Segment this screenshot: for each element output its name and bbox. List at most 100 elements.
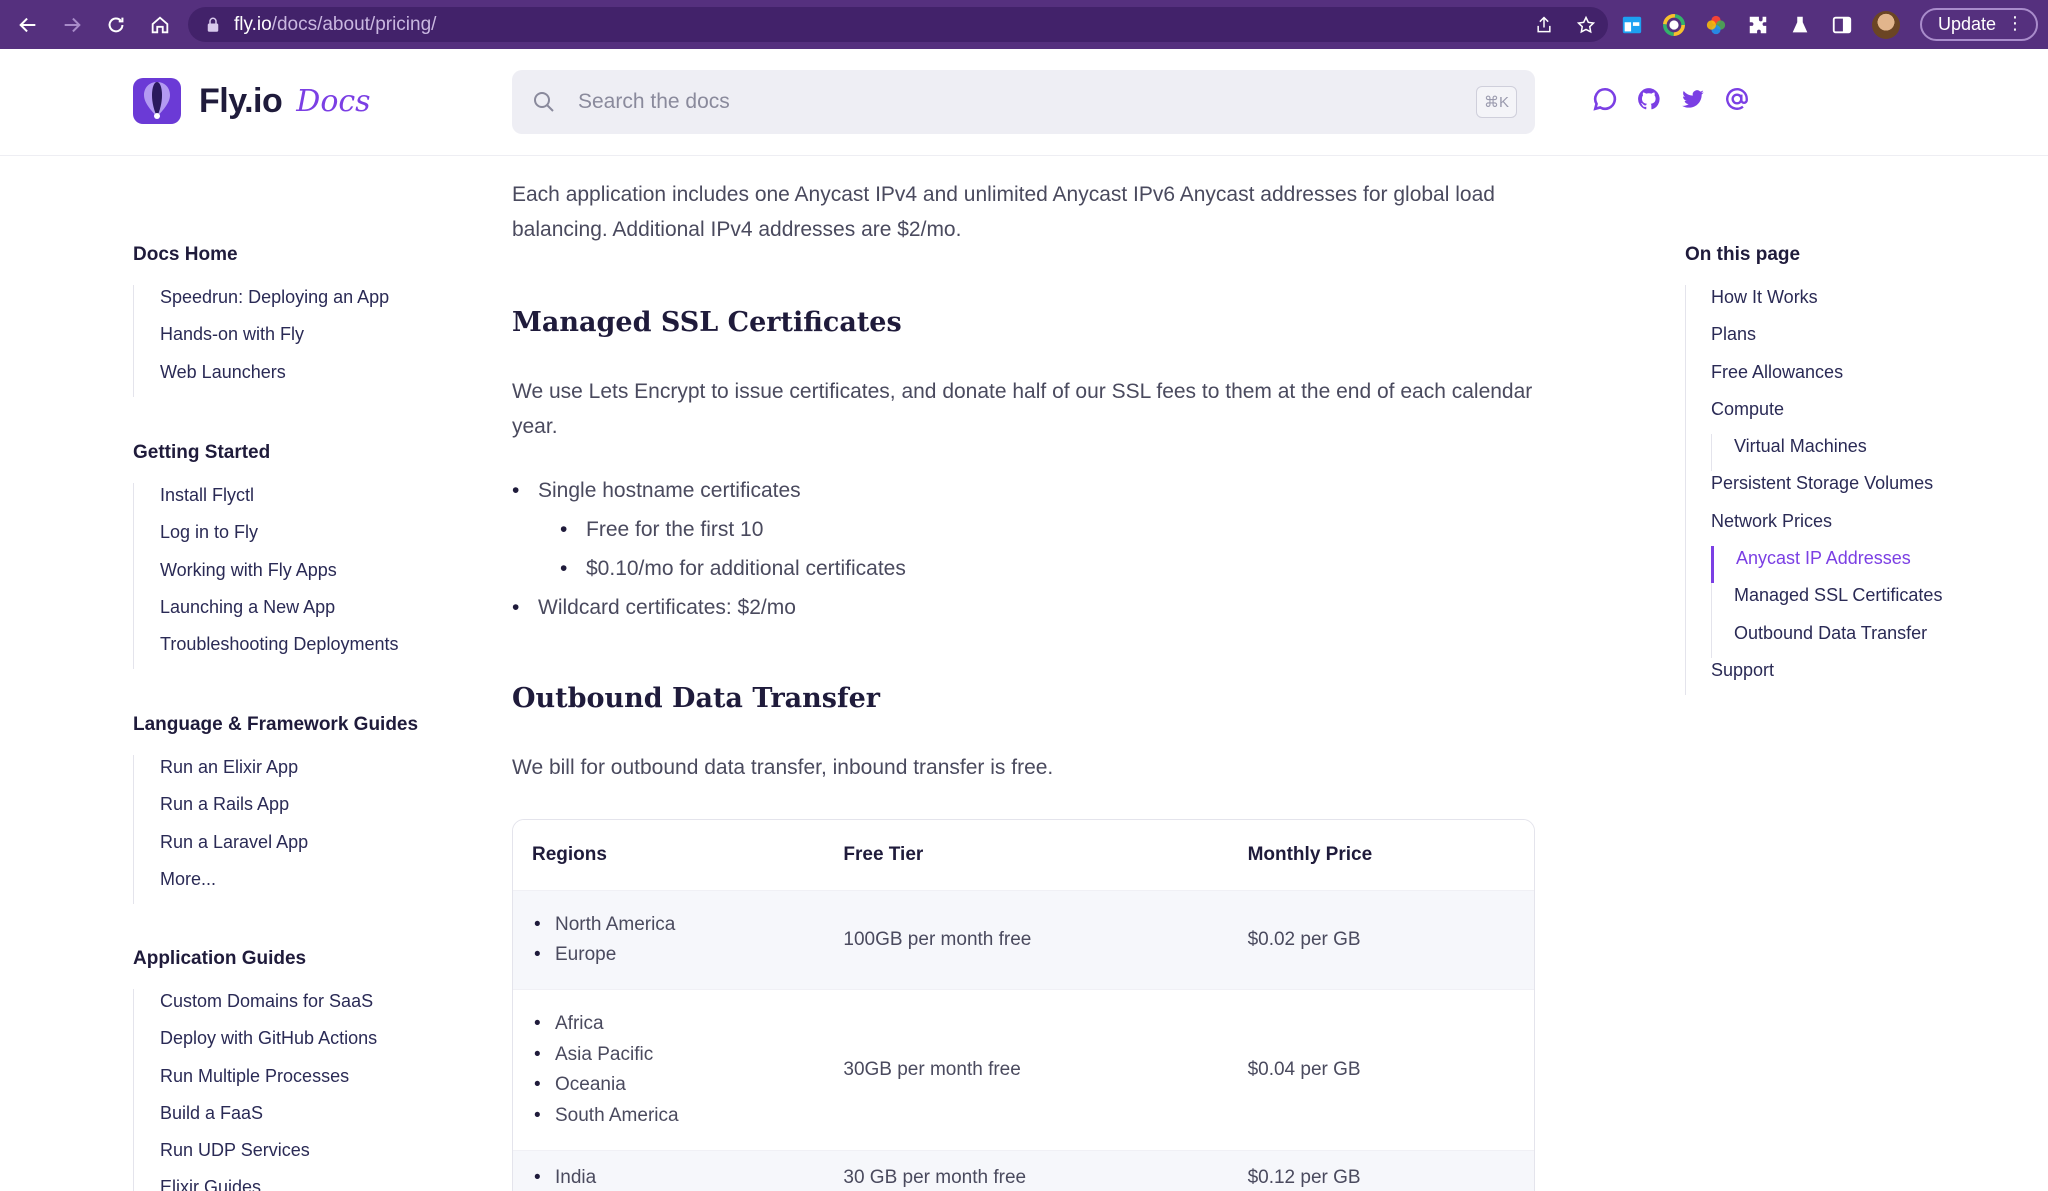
sidebar-item[interactable]: Working with Fly Apps <box>160 558 453 595</box>
brand-suffix: Docs <box>296 83 371 119</box>
toc-item[interactable]: Compute <box>1711 397 2025 434</box>
sidebar-item[interactable]: Run Multiple Processes <box>160 1064 453 1101</box>
labs-flask-icon[interactable] <box>1788 13 1812 37</box>
address-bar[interactable]: fly.io/docs/about/pricing/ <box>188 7 1608 42</box>
lock-icon <box>207 17 219 32</box>
column-header-monthly-price: Monthly Price <box>1247 844 1373 865</box>
price-cell: $0.02 per GB <box>1247 929 1361 950</box>
community-chat-icon[interactable] <box>1592 86 1618 112</box>
brand-logo-link[interactable]: Fly.io Docs <box>133 78 371 124</box>
reload-icon <box>108 17 124 32</box>
twitter-icon[interactable] <box>1680 86 1706 112</box>
sidebar-list: Install Flyctl Log in to Fly Working wit… <box>133 483 453 670</box>
update-label: Update <box>1938 14 1997 34</box>
home-icon <box>151 15 169 33</box>
sidebar-item[interactable]: Run a Rails App <box>160 792 453 829</box>
social-links <box>1592 86 1750 112</box>
sidebar-item[interactable]: Speedrun: Deploying an App <box>160 285 453 322</box>
extension-color-picker-icon[interactable] <box>1662 13 1686 37</box>
free-tier-cell: 30 GB per month free <box>843 1167 1027 1188</box>
sidebar-item[interactable]: Run an Elixir App <box>160 755 453 792</box>
ssl-bullet-list: Single hostname certificates Free for th… <box>512 471 1535 627</box>
sidebar-section-title[interactable]: Getting Started <box>133 442 453 466</box>
brand-name: Fly.io <box>199 81 283 120</box>
email-at-icon[interactable] <box>1724 86 1750 112</box>
sidebar-section-title[interactable]: Docs Home <box>133 244 453 268</box>
sidebar-item[interactable]: Custom Domains for SaaS <box>160 989 453 1026</box>
data-transfer-table: Regions Free Tier Monthly Price North Am… <box>512 819 1535 1191</box>
docs-search-input[interactable]: Search the docs ⌘K <box>512 70 1535 134</box>
sidebar-item[interactable]: Log in to Fly <box>160 520 453 557</box>
ssl-heading[interactable]: Managed SSL Certificates <box>512 307 902 338</box>
list-item: Wildcard certificates: $2/mo <box>512 588 1535 627</box>
free-tier-cell: 30GB per month free <box>843 1059 1021 1080</box>
list-item: Free for the first 10 <box>512 510 1535 549</box>
more-vert-icon[interactable]: ⋮ <box>2006 14 2024 32</box>
sidebar-item[interactable]: Elixir Guides <box>160 1175 453 1191</box>
sidebar-item[interactable]: Build a FaaS <box>160 1101 453 1138</box>
price-cell: $0.04 per GB <box>1247 1059 1361 1080</box>
extension-color-wheel-icon[interactable] <box>1704 13 1728 37</box>
extensions-puzzle-icon[interactable] <box>1746 13 1770 37</box>
regions-cell: India <box>513 1163 843 1191</box>
list-item: Single hostname certificates <box>512 471 1535 510</box>
search-icon <box>534 92 554 112</box>
sidebar-item[interactable]: Install Flyctl <box>160 483 453 520</box>
table-header-row: Regions Free Tier Monthly Price <box>513 820 1534 890</box>
profile-avatar[interactable] <box>1872 10 1900 39</box>
price-cell: $0.12 per GB <box>1247 1167 1361 1188</box>
browser-toolbar: fly.io/docs/about/pricing/ Update ⋮ <box>0 0 2048 49</box>
toc-item[interactable]: How It Works <box>1711 285 2025 322</box>
table-row: India 30 GB per month free $0.12 per GB <box>513 1150 1534 1191</box>
region-item: South America <box>532 1101 843 1132</box>
table-row: North America Europe 100GB per month fre… <box>513 890 1534 989</box>
table-row: Africa Asia Pacific Oceania South Americ… <box>513 989 1534 1150</box>
toc-item[interactable]: Network Prices <box>1711 509 2025 546</box>
side-panel-icon[interactable] <box>1830 13 1854 37</box>
sidebar-item[interactable]: Web Launchers <box>160 360 453 397</box>
bookmark-star-icon[interactable] <box>1576 15 1596 35</box>
browser-update-button[interactable]: Update ⋮ <box>1920 8 2038 41</box>
sidebar-section-title[interactable]: Application Guides <box>133 948 453 972</box>
sidebar-section-language-guides: Language & Framework Guides Run an Elixi… <box>133 714 453 905</box>
regions-cell: North America Europe <box>513 910 843 971</box>
extensions-bar <box>1620 7 1900 42</box>
sidebar-item[interactable]: Deploy with GitHub Actions <box>160 1026 453 1063</box>
sidebar-item[interactable]: Troubleshooting Deployments <box>160 632 453 669</box>
sidebar-section-docs-home: Docs Home Speedrun: Deploying an App Han… <box>133 244 453 397</box>
back-button[interactable] <box>14 11 42 39</box>
toc-item[interactable]: Support <box>1711 658 2025 695</box>
url-path: /docs/about/pricing/ <box>271 13 437 35</box>
toc-item[interactable]: Virtual Machines <box>1711 434 2025 472</box>
region-item: Europe <box>532 940 843 971</box>
sidebar-item[interactable]: Launching a New App <box>160 595 453 632</box>
extension-tab-manager-icon[interactable] <box>1620 13 1644 37</box>
sidebar-item[interactable]: Run a Laravel App <box>160 830 453 867</box>
toc-item-active[interactable]: Anycast IP Addresses <box>1711 546 2025 584</box>
toc-item[interactable]: Outbound Data Transfer <box>1711 620 2025 658</box>
forward-button[interactable] <box>58 11 86 39</box>
sidebar-item[interactable]: More... <box>160 867 453 904</box>
github-icon[interactable] <box>1636 86 1662 112</box>
search-placeholder: Search the docs <box>578 90 730 113</box>
outbound-heading[interactable]: Outbound Data Transfer <box>512 683 880 714</box>
toc-item[interactable]: Persistent Storage Volumes <box>1711 471 2025 508</box>
toc-item[interactable]: Plans <box>1711 322 2025 359</box>
column-header-regions: Regions <box>532 844 607 865</box>
reload-button[interactable] <box>102 11 130 39</box>
region-item: Oceania <box>532 1070 843 1101</box>
sidebar-list: Run an Elixir App Run a Rails App Run a … <box>133 755 453 905</box>
toc-item[interactable]: Free Allowances <box>1711 360 2025 397</box>
free-tier-cell: 100GB per month free <box>843 929 1032 950</box>
sidebar-section-application-guides: Application Guides Custom Domains for Sa… <box>133 948 453 1191</box>
sidebar-section-title[interactable]: Language & Framework Guides <box>133 714 453 738</box>
arrow-right-icon <box>64 17 81 32</box>
share-icon[interactable] <box>1534 15 1554 35</box>
sidebar-item[interactable]: Hands-on with Fly <box>160 322 453 359</box>
toc-item[interactable]: Managed SSL Certificates <box>1711 583 2025 621</box>
sidebar-list: Speedrun: Deploying an App Hands-on with… <box>133 285 453 397</box>
arrow-left-icon <box>19 17 36 32</box>
search-shortcut-badge: ⌘K <box>1475 86 1517 118</box>
home-button[interactable] <box>146 11 174 39</box>
sidebar-item[interactable]: Run UDP Services <box>160 1138 453 1175</box>
